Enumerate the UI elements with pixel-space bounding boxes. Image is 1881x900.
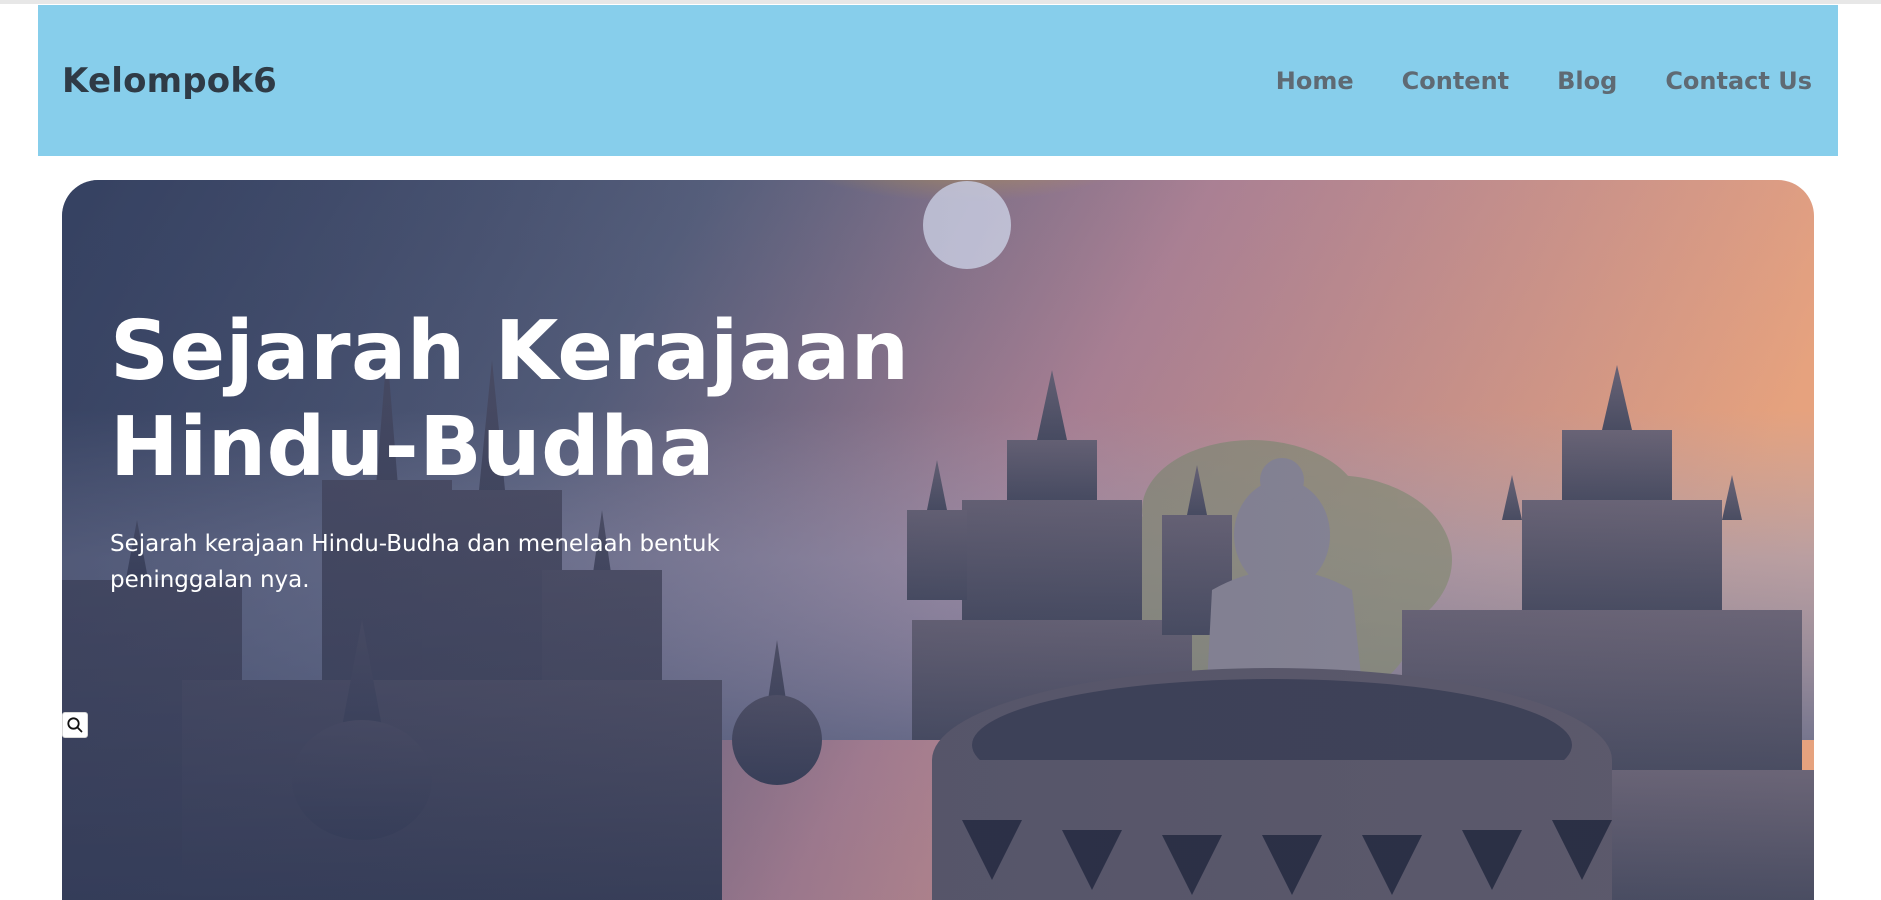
- hero-title-line-1: Sejarah Kerajaan: [110, 304, 910, 399]
- hero-text-block: Sejarah Kerajaan Hindu-Budha Sejarah ker…: [110, 304, 930, 598]
- nav-menu: Home Content Blog Contact Us: [1276, 67, 1812, 95]
- hero-title-line-2: Hindu-Budha: [110, 400, 716, 495]
- nav-link-contact-us[interactable]: Contact Us: [1665, 67, 1812, 95]
- nav-link-blog[interactable]: Blog: [1557, 67, 1617, 95]
- hero-title: Sejarah Kerajaan Hindu-Budha: [110, 304, 930, 496]
- brand-logo[interactable]: Kelompok6: [62, 61, 277, 101]
- search-icon: [67, 717, 83, 733]
- nav-link-home[interactable]: Home: [1276, 67, 1354, 95]
- hero-subtitle: Sejarah kerajaan Hindu-Budha dan menelaa…: [110, 531, 720, 593]
- navbar: Kelompok6 Home Content Blog Contact Us: [38, 5, 1838, 156]
- top-border: [0, 0, 1881, 4]
- nav-link-content[interactable]: Content: [1402, 67, 1510, 95]
- search-button[interactable]: [62, 712, 88, 738]
- hero-banner: Sejarah Kerajaan Hindu-Budha Sejarah ker…: [62, 180, 1814, 900]
